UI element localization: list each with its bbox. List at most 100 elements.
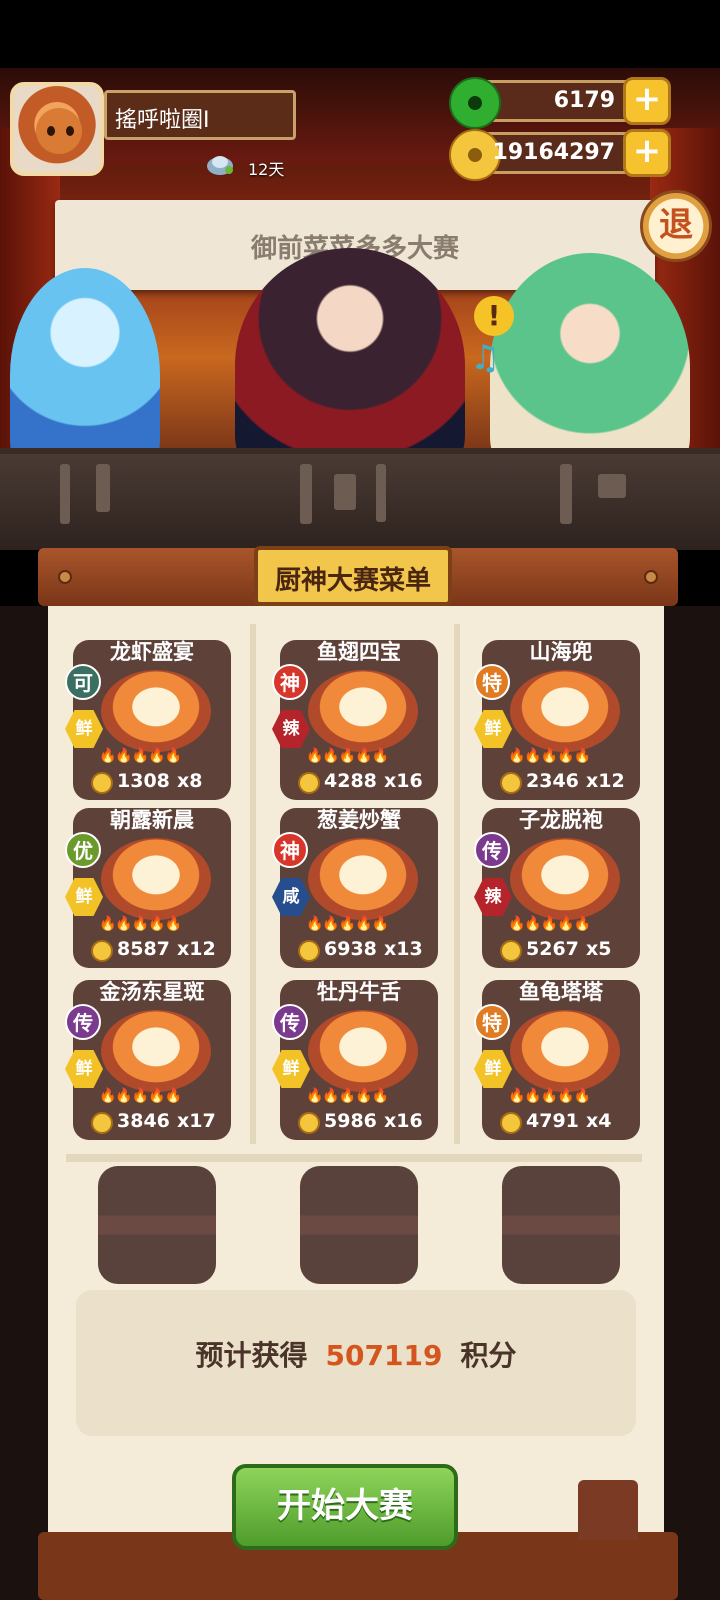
dish-card[interactable]: 葱姜炒蟹神咸 🔥🔥🔥🔥🔥 6938 x13 bbox=[272, 808, 438, 968]
avatar-face bbox=[36, 108, 82, 154]
jade-coin-icon bbox=[449, 77, 501, 129]
dish-count: x17 bbox=[177, 1110, 216, 1132]
dish-name: 朝露新晨 bbox=[110, 808, 194, 832]
hanging-utensil bbox=[560, 464, 572, 524]
dish-name: 子龙脱袍 bbox=[519, 808, 603, 832]
avatar-eye bbox=[47, 126, 55, 136]
dish-price: 5267 bbox=[526, 938, 579, 960]
kitchen-counter bbox=[0, 448, 720, 550]
dish-price: 5986 bbox=[324, 1110, 377, 1132]
dish-card[interactable]: 金汤东星斑传鲜 🔥🔥🔥🔥🔥 3846 x17 bbox=[65, 980, 231, 1140]
dish-card[interactable]: 山海兜特鲜 🔥🔥🔥🔥🔥 2346 x12 bbox=[474, 640, 640, 800]
flame-rating-icon: 🔥🔥🔥🔥🔥 bbox=[99, 916, 182, 932]
coin-icon bbox=[500, 940, 522, 962]
avatar-eye bbox=[66, 126, 74, 136]
add-jade-button[interactable]: + bbox=[623, 77, 671, 125]
flame-rating-icon: 🔥🔥🔥🔥🔥 bbox=[99, 748, 182, 764]
jade-currency-bar: 6179 + bbox=[449, 77, 671, 129]
dish-card[interactable]: 牡丹牛舌传鲜 🔥🔥🔥🔥🔥 5986 x16 bbox=[272, 980, 438, 1140]
dish-name: 金汤东星斑 bbox=[99, 980, 205, 1004]
flame-rating-icon: 🔥🔥🔥🔥🔥 bbox=[508, 748, 591, 764]
add-gold-button[interactable]: + bbox=[623, 129, 671, 177]
flame-rating-icon: 🔥🔥🔥🔥🔥 bbox=[306, 1088, 389, 1104]
empty-dish-slot-1[interactable] bbox=[98, 1166, 216, 1284]
dish-price: 3846 bbox=[117, 1110, 170, 1132]
dish-count: x8 bbox=[177, 770, 203, 792]
utensil-pot bbox=[578, 1480, 638, 1540]
status-bar bbox=[0, 0, 720, 68]
calendar-icon bbox=[207, 156, 233, 175]
dish-rank-badge: 神 bbox=[272, 832, 308, 868]
gold-currency-bar: 19164297 + bbox=[449, 129, 671, 181]
dish-image bbox=[308, 670, 418, 752]
coin-icon bbox=[91, 940, 113, 962]
dish-price: 4791 bbox=[526, 1110, 579, 1132]
expected-score-row: 预计获得 507119 积分 bbox=[76, 1334, 636, 1374]
player-avatar[interactable] bbox=[10, 82, 104, 176]
score-value: 507119 bbox=[325, 1339, 443, 1372]
flame-rating-icon: 🔥🔥🔥🔥🔥 bbox=[306, 748, 389, 764]
dish-card[interactable]: 鱼翅四宝神辣 🔥🔥🔥🔥🔥 4288 x16 bbox=[272, 640, 438, 800]
dish-count: x5 bbox=[586, 938, 612, 960]
dish-price: 6938 bbox=[324, 938, 377, 960]
dish-card[interactable]: 龙虾盛宴可鲜 🔥🔥🔥🔥🔥 1308 x8 bbox=[65, 640, 231, 800]
start-contest-button[interactable]: 开始大赛 bbox=[232, 1464, 458, 1550]
jade-amount: 6179 bbox=[553, 88, 615, 113]
dish-image bbox=[510, 670, 620, 752]
dish-rank-badge: 特 bbox=[474, 664, 510, 700]
dish-image bbox=[308, 1010, 418, 1092]
dish-rank-badge: 特 bbox=[474, 1004, 510, 1040]
score-label: 预计获得 bbox=[195, 1339, 308, 1372]
empty-dish-slot-3[interactable] bbox=[502, 1166, 620, 1284]
expected-score-panel: 预计获得 507119 积分 bbox=[76, 1290, 636, 1436]
flame-rating-icon: 🔥🔥🔥🔥🔥 bbox=[508, 1088, 591, 1104]
quit-button[interactable]: 退 bbox=[640, 190, 712, 262]
dish-rank-badge: 优 bbox=[65, 832, 101, 868]
dish-card[interactable]: 鱼龟塔塔特鲜 🔥🔥🔥🔥🔥 4791 x4 bbox=[474, 980, 640, 1140]
music-note-icon: ♫ bbox=[470, 338, 501, 378]
empty-dish-slot-2[interactable] bbox=[300, 1166, 418, 1284]
coin-icon bbox=[91, 1112, 113, 1134]
dish-rank-badge: 传 bbox=[65, 1004, 101, 1040]
dish-count: x12 bbox=[177, 938, 216, 960]
dish-count: x16 bbox=[384, 1110, 423, 1132]
section-divider bbox=[66, 1154, 642, 1162]
hanging-utensil bbox=[598, 474, 626, 498]
dish-count: x13 bbox=[384, 938, 423, 960]
dish-image bbox=[510, 1010, 620, 1092]
dish-count: x12 bbox=[586, 770, 625, 792]
hanging-utensil bbox=[96, 464, 110, 512]
dish-name: 龙虾盛宴 bbox=[110, 640, 194, 664]
dish-image bbox=[101, 1010, 211, 1092]
coin-icon bbox=[500, 772, 522, 794]
dish-card[interactable]: 子龙脱袍传辣 🔥🔥🔥🔥🔥 5267 x5 bbox=[474, 808, 640, 968]
dish-price: 2346 bbox=[526, 770, 579, 792]
hanging-utensil bbox=[300, 464, 312, 524]
dish-image bbox=[101, 670, 211, 752]
flame-rating-icon: 🔥🔥🔥🔥🔥 bbox=[306, 916, 389, 932]
dish-card[interactable]: 朝露新晨优鲜 🔥🔥🔥🔥🔥 8587 x12 bbox=[65, 808, 231, 968]
dish-price: 1308 bbox=[117, 770, 170, 792]
player-name: 搖呼啦圈I bbox=[115, 108, 210, 133]
coin-icon bbox=[298, 772, 320, 794]
coin-icon bbox=[91, 772, 113, 794]
dish-image bbox=[308, 838, 418, 920]
dish-image bbox=[101, 838, 211, 920]
dish-name: 牡丹牛舌 bbox=[317, 980, 401, 1004]
dish-rank-badge: 可 bbox=[65, 664, 101, 700]
coin-icon bbox=[298, 1112, 320, 1134]
dish-count: x4 bbox=[586, 1110, 612, 1132]
column-divider bbox=[250, 624, 256, 1144]
coin-icon bbox=[298, 940, 320, 962]
rivet bbox=[644, 570, 658, 584]
dish-name: 鱼龟塔塔 bbox=[519, 980, 603, 1004]
days-counter: 12天 bbox=[248, 160, 285, 179]
side-wall-left bbox=[0, 606, 48, 1600]
player-name-plate[interactable]: 搖呼啦圈I bbox=[104, 90, 296, 140]
dish-name: 山海兜 bbox=[529, 640, 593, 664]
rivet bbox=[58, 570, 72, 584]
hanging-utensil bbox=[334, 474, 356, 510]
exclamation-icon[interactable]: ! bbox=[474, 296, 514, 336]
coin-icon bbox=[500, 1112, 522, 1134]
dish-rank-badge: 神 bbox=[272, 664, 308, 700]
